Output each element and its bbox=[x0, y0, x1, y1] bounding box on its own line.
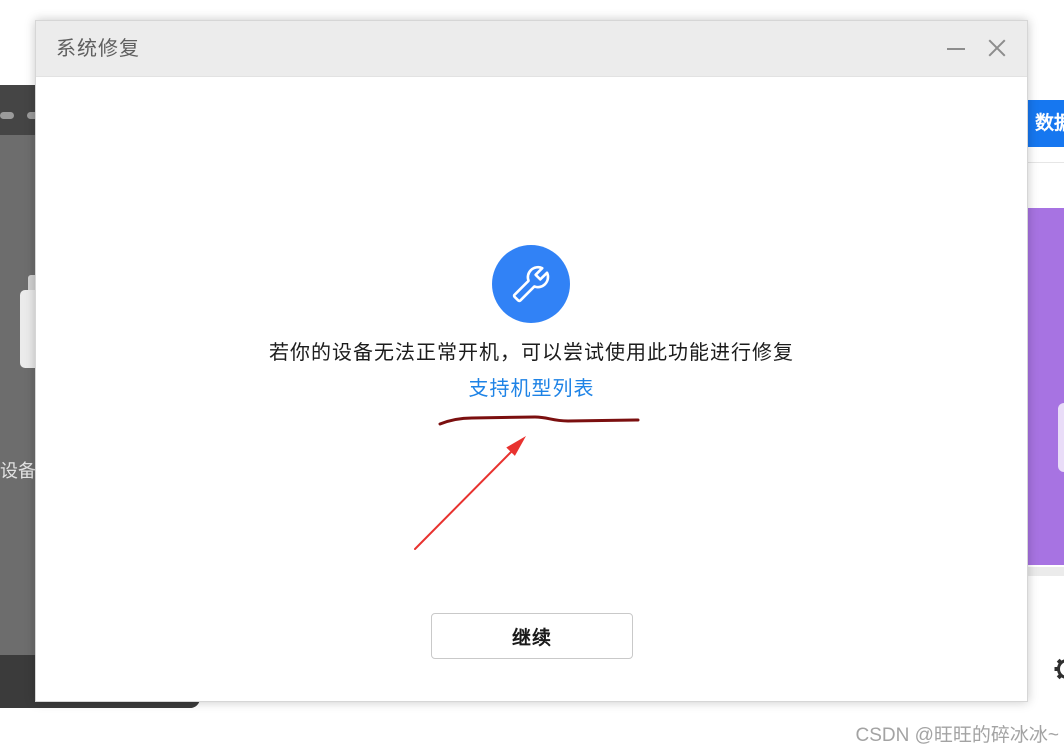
wrench-icon bbox=[512, 265, 550, 303]
system-repair-dialog: 系统修复 若你的设备无法正常开机，可以尝试使用此功能进行修复 支持机型列表 继续 bbox=[35, 20, 1028, 702]
data-button-label: 数据 bbox=[1035, 112, 1064, 134]
link-row: 支持机型列表 bbox=[36, 376, 1027, 402]
window-dot bbox=[0, 112, 14, 119]
repair-badge bbox=[492, 245, 570, 323]
dialog-title: 系统修复 bbox=[56, 36, 140, 60]
promo-card bbox=[1058, 403, 1064, 472]
supported-models-link[interactable]: 支持机型列表 bbox=[469, 376, 595, 400]
dialog-titlebar: 系统修复 bbox=[36, 21, 1027, 77]
continue-button[interactable]: 继续 bbox=[431, 613, 633, 659]
repair-description: 若你的设备无法正常开机，可以尝试使用此功能进行修复 bbox=[269, 340, 794, 364]
gear-icon[interactable] bbox=[1053, 655, 1064, 683]
watermark: CSDN @旺旺的碎冰冰~ bbox=[855, 725, 1060, 746]
close-icon[interactable] bbox=[988, 39, 1006, 57]
minimize-icon[interactable] bbox=[947, 48, 965, 50]
device-label: 设备 bbox=[0, 461, 36, 482]
